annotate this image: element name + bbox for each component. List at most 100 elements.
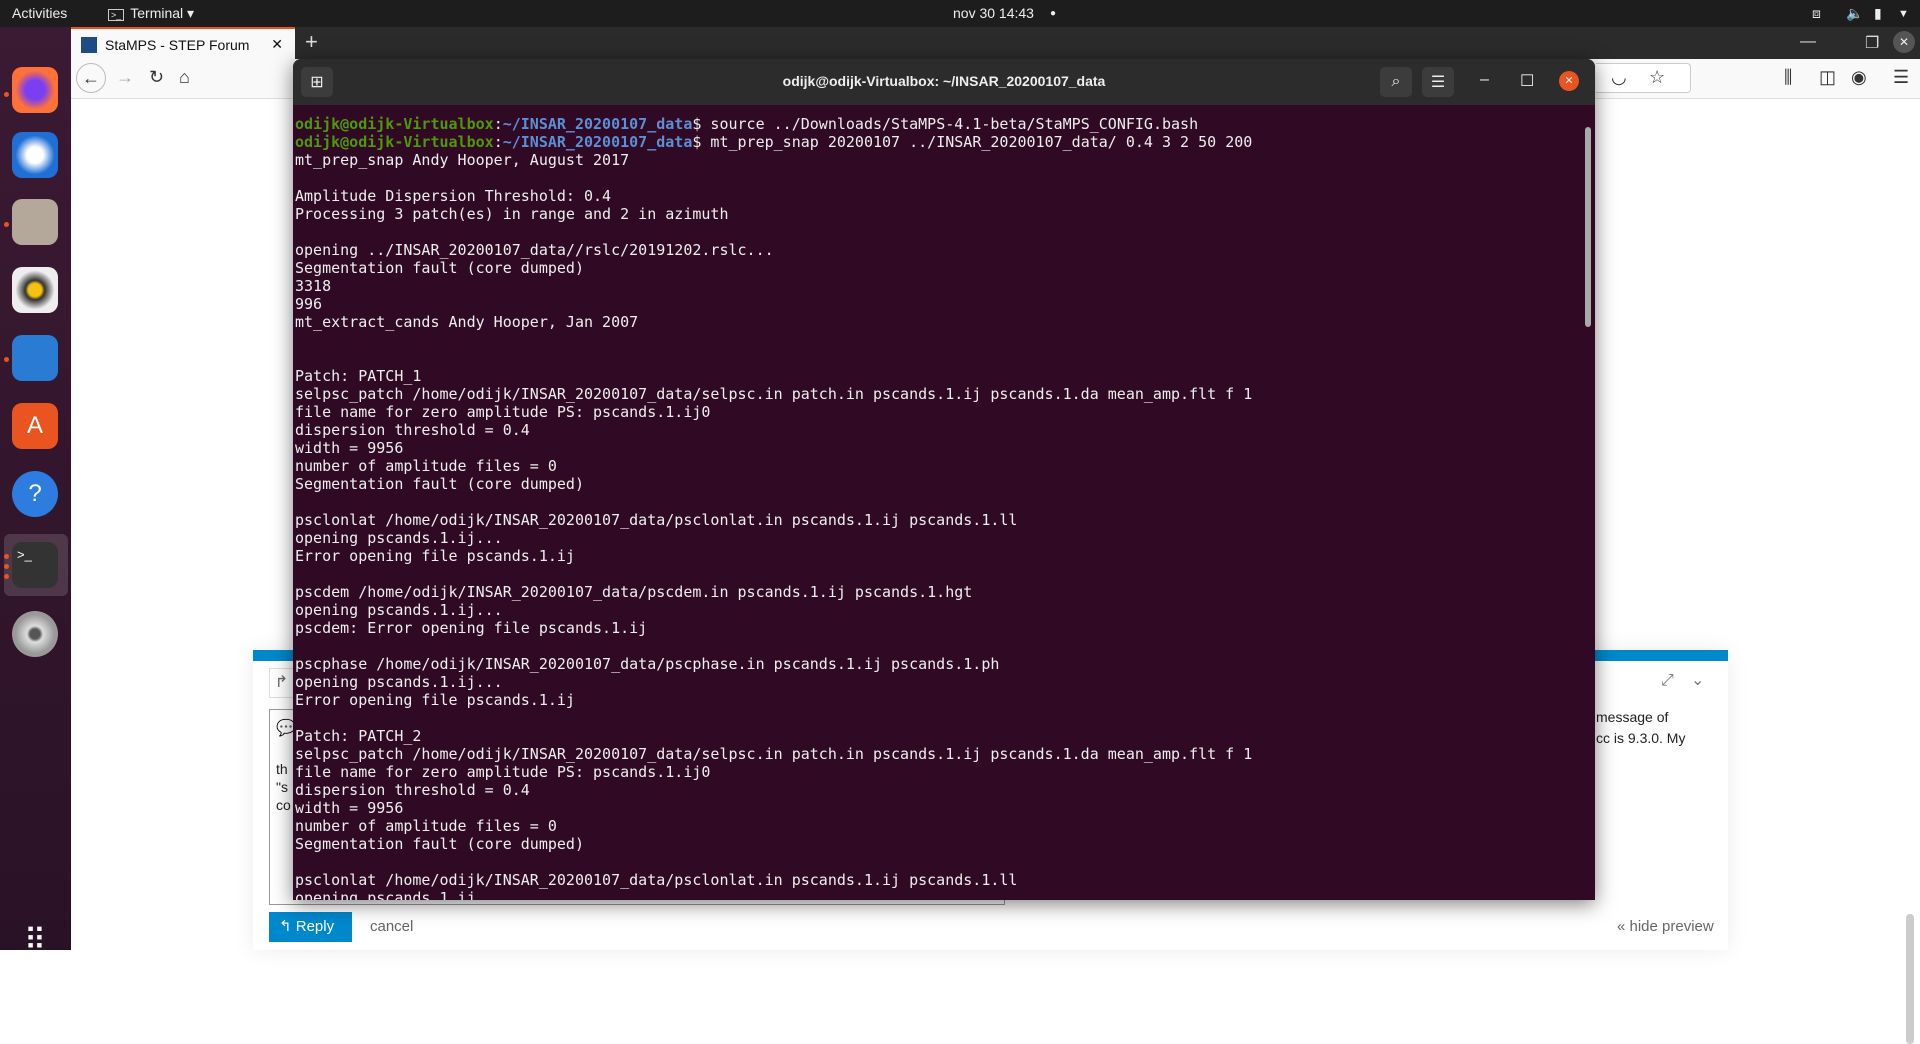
command: $ mt_prep_snap 20200107 ../INSAR_2020010… [692,133,1253,151]
terminal-line: pscphase /home/odijk/INSAR_20200107_data… [295,655,1000,673]
search-icon[interactable]: ⌕ [1380,67,1412,97]
firefox-icon[interactable] [12,67,58,113]
terminal-line: pscdem /home/odijk/INSAR_20200107_data/p… [295,583,973,601]
dock: A ? >_ ⠿ [0,27,71,957]
network-icon[interactable]: ⧈ [1812,5,1821,22]
terminal-window: ⊞ odijk@odijk-Virtualbox: ~/INSAR_202001… [293,59,1595,900]
reply-button[interactable]: ↰ Reply [269,912,352,942]
terminal-line: psclonlat /home/odijk/INSAR_20200107_dat… [295,511,1018,529]
terminal-line: file name for zero amplitude PS: pscands… [295,403,711,421]
terminal-line: width = 9956 [295,439,404,457]
disc-icon[interactable] [12,611,58,657]
terminal-app-menu[interactable]: >_ Terminal ▾ [108,5,194,22]
terminal-line: mt_prep_snap Andy Hooper, August 2017 [295,151,630,169]
fullscreen-icon[interactable]: ⤢ [1661,672,1674,690]
page-scrollbar[interactable] [1906,914,1914,1044]
close-window-icon[interactable]: ✕ [1893,31,1915,53]
terminal-line: mt_extract_cands Andy Hooper, Jan 2007 [295,313,639,331]
writer-icon[interactable] [12,335,58,381]
volume-icon[interactable]: 🔈 [1846,5,1863,22]
terminal-line: Patch: PATCH_2 [295,727,422,745]
terminal-icon: >_ [108,9,125,21]
terminal-output[interactable]: odijk@odijk-Virtualbox:~/INSAR_20200107_… [293,105,1595,900]
close-icon[interactable]: ✕ [1559,71,1579,91]
text-fragment: "s [276,779,288,795]
terminal-line: Processing 3 patch(es) in range and 2 in… [295,205,729,223]
maximize-icon[interactable]: ☐ [1520,71,1534,91]
terminal-line: Patch: PATCH_1 [295,367,422,385]
text-fragment: th [276,761,288,777]
terminal-line: opening pscands.1.ij... [295,529,503,547]
menu-icon[interactable]: ☰ [1893,67,1909,88]
forward-icon[interactable]: → [116,67,134,88]
terminal-titlebar: ⊞ odijk@odijk-Virtualbox: ~/INSAR_202001… [293,59,1595,105]
terminal-line: opening pscands.1.ij... [295,601,503,619]
activities-button[interactable]: Activities [12,5,67,21]
close-tab-icon[interactable]: ✕ [271,36,283,53]
new-tab-button[interactable]: + [305,29,318,55]
hamburger-menu-icon[interactable]: ☰ [1422,67,1454,97]
browser-tabstrip: StaMPS - STEP Forum ✕ + — ❐ ✕ [71,27,1920,59]
show-apps-icon[interactable]: ⠿ [12,917,58,963]
top-bar: Activities >_ Terminal ▾ nov 30 14:43 ● ⧈… [0,0,1920,27]
command: $ source ../Downloads/StaMPS-4.1-beta/St… [692,115,1199,133]
tab-title: StaMPS - STEP Forum [105,37,250,53]
battery-icon[interactable]: ▮ [1874,5,1882,22]
minimize-icon[interactable]: – [1480,71,1489,89]
reload-icon[interactable]: ↻ [149,67,164,88]
prompt-user: odijk@odijk-Virtualbox [295,115,494,133]
clock[interactable]: nov 30 14:43 [953,5,1034,21]
system-menu-icon[interactable]: ▼ [1898,8,1909,20]
reply-arrow-icon: ↱ [269,668,294,698]
hide-preview-link[interactable]: « hide preview [1617,918,1714,935]
terminal-line: selpsc_patch /home/odijk/INSAR_20200107_… [295,745,1253,763]
tab-stamps-forum[interactable]: StaMPS - STEP Forum ✕ [71,27,295,59]
terminal-line: Amplitude Dispersion Threshold: 0.4 [295,187,612,205]
text-fragment: co [276,797,291,813]
terminal-line: Segmentation fault (core dumped) [295,475,584,493]
notification-dot-icon: ● [1050,8,1057,19]
reply-label: Reply [295,918,335,935]
terminal-scrollbar[interactable] [1585,127,1591,327]
forum-favicon-icon [81,37,97,53]
terminal-line: opening pscands.1.ij... [295,673,503,691]
terminal-dock-icon[interactable]: >_ [12,542,58,588]
app-menu-label: Terminal ▾ [130,5,195,21]
cancel-link[interactable]: cancel [370,918,413,935]
preview-text: cc is 9.3.0. My [1596,730,1686,746]
prompt-user: odijk@odijk-Virtualbox [295,133,494,151]
back-icon[interactable]: ← [76,63,106,93]
rhythmbox-icon[interactable] [12,267,58,313]
preview-text: message of [1596,709,1669,725]
bookmark-star-icon[interactable]: ☆ [1649,67,1665,88]
terminal-line: 996 [295,295,323,313]
terminal-line: Error opening file pscands.1.ij [295,547,575,565]
terminal-line: selpsc_patch /home/odijk/INSAR_20200107_… [295,385,1253,403]
collapse-chevron-icon[interactable]: ⌄ [1691,670,1704,690]
home-icon[interactable]: ⌂ [179,67,190,88]
help-icon[interactable]: ? [12,471,58,517]
software-icon[interactable]: A [12,403,58,449]
terminal-line: psclonlat /home/odijk/INSAR_20200107_dat… [295,871,1018,889]
terminal-line: pscdem: Error opening file pscands.1.ij [295,619,648,637]
library-icon[interactable]: ⫼ [1784,67,1792,88]
pocket-icon[interactable]: ◡ [1611,67,1627,88]
restore-icon[interactable]: ❐ [1865,33,1879,53]
terminal-line: number of amplitude files = 0 [295,817,557,835]
terminal-line: opening ../INSAR_20200107_data//rslc/201… [295,241,774,259]
sidebar-icon[interactable]: ◫ [1819,67,1836,88]
minimize-icon[interactable]: — [1800,33,1816,51]
terminal-line: Segmentation fault (core dumped) [295,259,584,277]
account-icon[interactable]: ◉ [1851,67,1867,88]
thunderbird-icon[interactable] [12,132,58,178]
files-icon[interactable] [12,199,58,245]
